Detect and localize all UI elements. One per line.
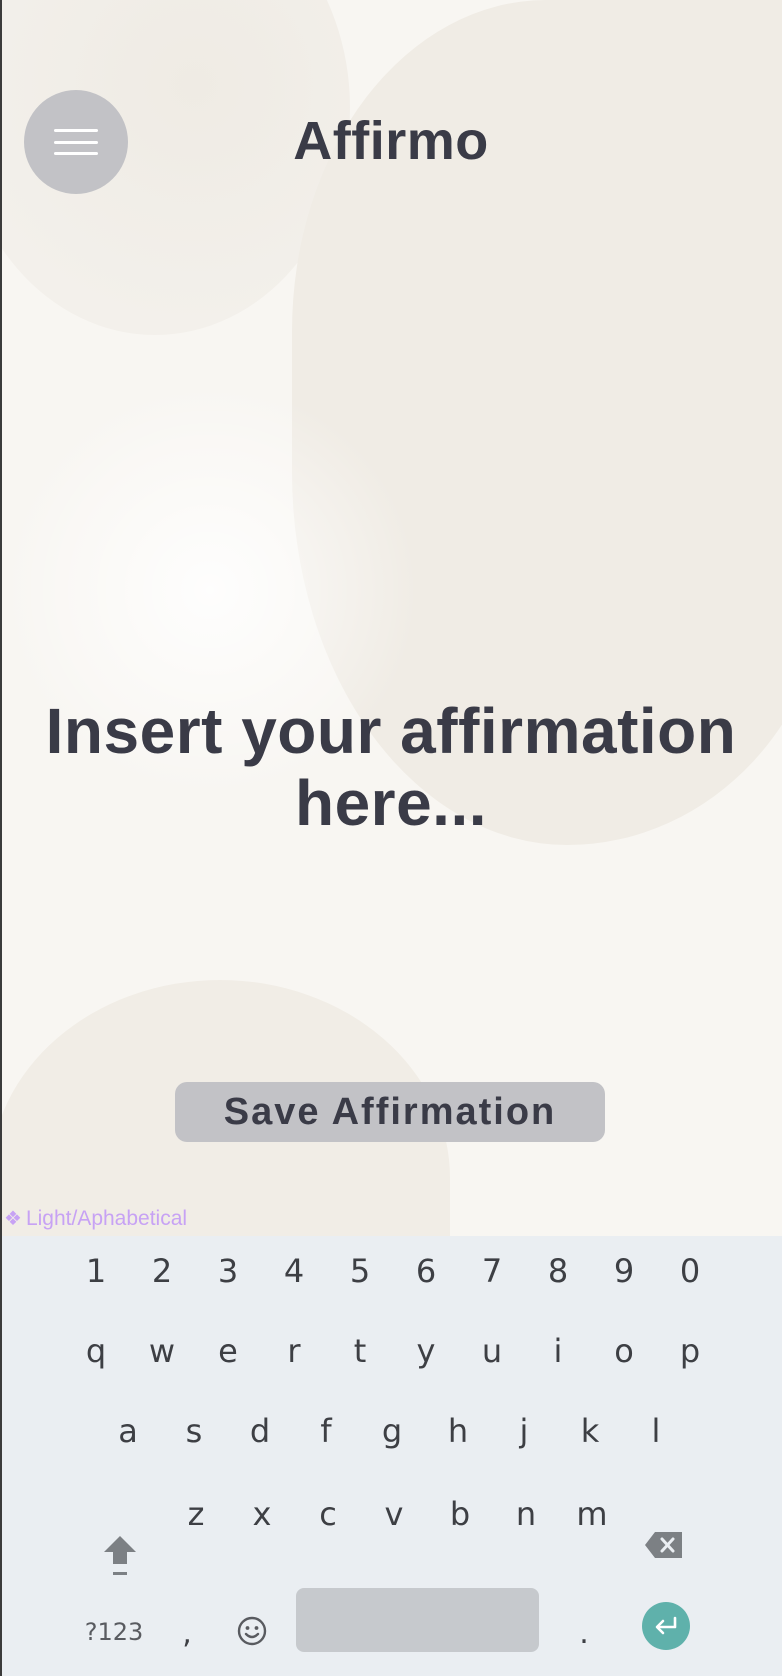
- symbols-key[interactable]: ?123: [82, 1602, 146, 1662]
- comma-key[interactable]: ,: [172, 1616, 202, 1676]
- app-screen: Affirmo Insert your affirmation here... …: [0, 0, 782, 1676]
- key-s[interactable]: s: [166, 1401, 222, 1461]
- backspace-key[interactable]: [638, 1519, 690, 1571]
- key-f[interactable]: f: [298, 1401, 354, 1461]
- key-t[interactable]: t: [332, 1321, 388, 1381]
- backspace-icon: [645, 1532, 682, 1558]
- component-diamond-icon: ❖: [4, 1208, 22, 1230]
- key-9[interactable]: 9: [596, 1241, 652, 1301]
- key-r[interactable]: r: [266, 1321, 322, 1381]
- key-6[interactable]: 6: [398, 1241, 454, 1301]
- key-d[interactable]: d: [232, 1401, 288, 1461]
- key-w[interactable]: w: [134, 1321, 190, 1381]
- key-a[interactable]: a: [100, 1401, 156, 1461]
- key-8[interactable]: 8: [530, 1241, 586, 1301]
- key-b[interactable]: b: [432, 1484, 488, 1544]
- key-e[interactable]: e: [200, 1321, 256, 1381]
- key-k[interactable]: k: [562, 1401, 618, 1461]
- save-affirmation-button[interactable]: Save Affirmation: [175, 1082, 605, 1142]
- key-5[interactable]: 5: [332, 1241, 388, 1301]
- key-p[interactable]: p: [662, 1321, 718, 1381]
- app-title: Affirmo: [293, 111, 489, 171]
- key-g[interactable]: g: [364, 1401, 420, 1461]
- key-3[interactable]: 3: [200, 1241, 256, 1301]
- key-0[interactable]: 0: [662, 1241, 718, 1301]
- key-7[interactable]: 7: [464, 1241, 520, 1301]
- shift-arrow-icon: [104, 1536, 136, 1575]
- key-v[interactable]: v: [366, 1484, 422, 1544]
- key-x[interactable]: x: [234, 1484, 290, 1544]
- enter-key[interactable]: [642, 1602, 690, 1650]
- key-i[interactable]: i: [530, 1321, 586, 1381]
- shift-key[interactable]: [96, 1526, 144, 1586]
- key-2[interactable]: 2: [134, 1241, 190, 1301]
- emoji-smile-icon: [237, 1616, 267, 1646]
- on-screen-keyboard: 1 2 3 4 5 6 7 8 9 0 q w e r t y u i o p …: [0, 1236, 782, 1676]
- layer-label-text: Light/Aphabetical: [25, 1206, 188, 1230]
- key-y[interactable]: y: [398, 1321, 454, 1381]
- key-u[interactable]: u: [464, 1321, 520, 1381]
- key-q[interactable]: q: [68, 1321, 124, 1381]
- key-l[interactable]: l: [628, 1401, 684, 1461]
- emoji-key[interactable]: [232, 1606, 272, 1656]
- key-z[interactable]: z: [168, 1484, 224, 1544]
- key-j[interactable]: j: [496, 1401, 552, 1461]
- key-m[interactable]: m: [564, 1484, 620, 1544]
- affirmation-text[interactable]: Insert your affirmation here...: [20, 695, 762, 839]
- component-layer-label: ❖ Light/Aphabetical: [4, 1206, 187, 1231]
- key-4[interactable]: 4: [266, 1241, 322, 1301]
- period-key[interactable]: .: [572, 1616, 596, 1656]
- enter-return-icon: [655, 1616, 677, 1635]
- key-h[interactable]: h: [430, 1401, 486, 1461]
- space-bar[interactable]: [296, 1588, 539, 1652]
- key-1[interactable]: 1: [68, 1241, 124, 1301]
- key-o[interactable]: o: [596, 1321, 652, 1381]
- key-c[interactable]: c: [300, 1484, 356, 1544]
- key-n[interactable]: n: [498, 1484, 554, 1544]
